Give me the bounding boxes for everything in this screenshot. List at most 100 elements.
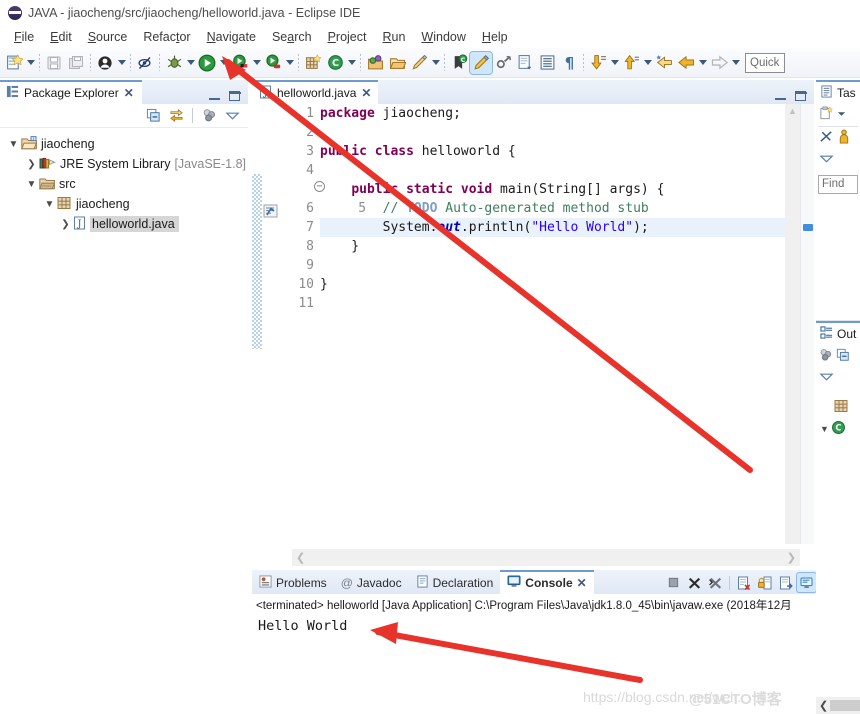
pencil-caret-icon[interactable] [430,52,441,74]
tab-declaration[interactable]: Declaration [409,572,501,594]
tab-javadoc[interactable]: @ Javadoc [334,572,409,594]
back-caret-icon[interactable] [697,52,708,74]
close-icon[interactable]: ✕ [361,86,371,100]
collapse-all-icon[interactable] [836,348,850,365]
terminate-icon[interactable] [664,573,683,592]
up-arrow-icon[interactable] [620,52,642,74]
forward-caret-icon[interactable] [730,52,741,74]
run-caret-icon[interactable] [218,52,229,74]
tab-console[interactable]: Console ✕ [500,570,594,594]
open-type-icon[interactable] [364,52,386,74]
tab-task-list[interactable]: Tas [816,80,860,104]
minimize-icon[interactable] [775,92,786,101]
run-external-tools-icon[interactable] [229,52,251,74]
todo-marker-icon[interactable] [263,204,278,222]
editor-overview-ruler[interactable] [800,104,814,544]
filter-icon[interactable] [819,348,833,365]
focus-on-workweek-icon[interactable] [819,129,834,147]
remove-launch-icon[interactable] [685,573,704,592]
tree-row-package-jiaocheng[interactable]: ▼ jiaocheng [2,194,248,214]
menu-source[interactable]: Source [80,28,136,46]
marker-icon[interactable] [469,50,493,75]
menu-file[interactable]: File [6,28,42,46]
display-selected-console-icon[interactable] [796,572,817,593]
forward-icon[interactable] [708,52,730,74]
new-wizard-caret-icon[interactable] [25,52,36,74]
tree-row-helloworld-java[interactable]: ❯ J helloworld.java [2,214,248,234]
link-icon[interactable] [492,52,514,74]
code-editor[interactable]: 1 2 3 4 5 − 6 7 8 9 10 11 package jiaoch… [252,104,814,544]
tree-row-jiaocheng-project[interactable]: ▼ J jiaocheng [2,134,248,154]
editor-vertical-scrollbar[interactable]: ▲ [785,104,800,544]
scrollbar-thumb[interactable] [830,700,860,711]
run-icon[interactable] [196,52,218,74]
person-icon[interactable] [94,52,116,74]
scroll-lock-icon[interactable] [755,573,774,592]
overview-marker[interactable] [803,224,813,231]
tab-helloworld-java[interactable]: J helloworld.java ✕ [252,80,379,104]
close-icon[interactable]: ✕ [577,576,587,590]
new-task-icon[interactable] [819,106,834,124]
pencil-icon[interactable] [408,52,430,74]
pin-console-icon[interactable] [776,573,795,592]
up-arrow-caret-icon[interactable] [642,52,653,74]
back-icon[interactable] [675,52,697,74]
down-arrow-caret-icon[interactable] [609,52,620,74]
new-wizard-icon[interactable] [3,52,25,74]
new-class-caret-icon[interactable] [346,52,357,74]
outline-item-class[interactable]: ▼ C [820,419,860,439]
view-menu-icon[interactable] [819,153,834,168]
menu-project[interactable]: Project [320,28,375,46]
skip-breakpoints-icon[interactable] [134,52,156,74]
chevron-down-icon[interactable]: ▼ [6,134,21,154]
menu-window[interactable]: Window [413,28,473,46]
new-class-icon[interactable]: C [324,52,346,74]
menu-help[interactable]: Help [474,28,516,46]
close-icon[interactable]: ✕ [124,86,134,100]
person-task-icon[interactable] [837,129,851,147]
task-menu-caret-icon[interactable] [837,108,846,123]
menu-run[interactable]: Run [374,28,413,46]
minimize-icon[interactable] [209,92,220,101]
menu-edit[interactable]: Edit [42,28,80,46]
menu-search[interactable]: Search [264,28,320,46]
line-number-with-fold[interactable]: 5 − [280,180,366,216]
new-java-package-icon[interactable] [302,52,324,74]
person-caret-icon[interactable] [116,52,127,74]
tab-package-explorer[interactable]: Package Explorer ✕ [0,80,142,104]
code-text[interactable]: package jiaocheng; public class hellowor… [320,104,814,544]
coverage-caret-icon[interactable] [284,52,295,74]
back-star-icon[interactable] [653,52,675,74]
tree-row-src[interactable]: ▼ src [2,174,248,194]
tab-outline[interactable]: Out [816,321,860,345]
open-task-icon[interactable] [386,52,408,74]
outline-item-package[interactable] [834,399,860,419]
chevron-down-icon[interactable]: ▼ [42,194,57,214]
chevron-right-icon[interactable]: ❯ [787,551,796,564]
down-arrow-icon[interactable] [587,52,609,74]
chevron-right-icon[interactable]: ❯ [58,214,73,234]
chevron-down-icon[interactable]: ▼ [24,174,39,194]
view-menu-icon[interactable] [819,371,834,386]
debug-caret-icon[interactable] [185,52,196,74]
tab-problems[interactable]: Problems [252,572,334,594]
debug-icon[interactable] [163,52,185,74]
next-annotation-icon[interactable] [514,52,536,74]
quick-access-input[interactable]: Quick Access [745,52,785,73]
outline-horizontal-scrollbar[interactable]: ❮ [816,697,860,714]
chevron-left-icon[interactable]: ❮ [819,699,828,712]
coverage-icon[interactable] [262,52,284,74]
clear-console-icon[interactable] [734,573,753,592]
save-icon[interactable] [43,52,65,74]
chevron-left-icon[interactable]: ❮ [296,551,305,564]
chevron-right-icon[interactable]: ❯ [24,154,39,174]
maximize-icon[interactable] [794,91,807,101]
outline-icon[interactable] [536,52,558,74]
editor-horizontal-scrollbar[interactable]: ❮ ❯ [292,549,800,566]
pilcrow-icon[interactable]: ¶ [558,52,580,74]
remove-all-terminated-icon[interactable] [706,573,725,592]
maximize-icon[interactable] [228,91,241,101]
task-find-input[interactable]: Find [818,175,858,194]
save-all-icon[interactable] [65,52,87,74]
external-tools-caret-icon[interactable] [251,52,262,74]
